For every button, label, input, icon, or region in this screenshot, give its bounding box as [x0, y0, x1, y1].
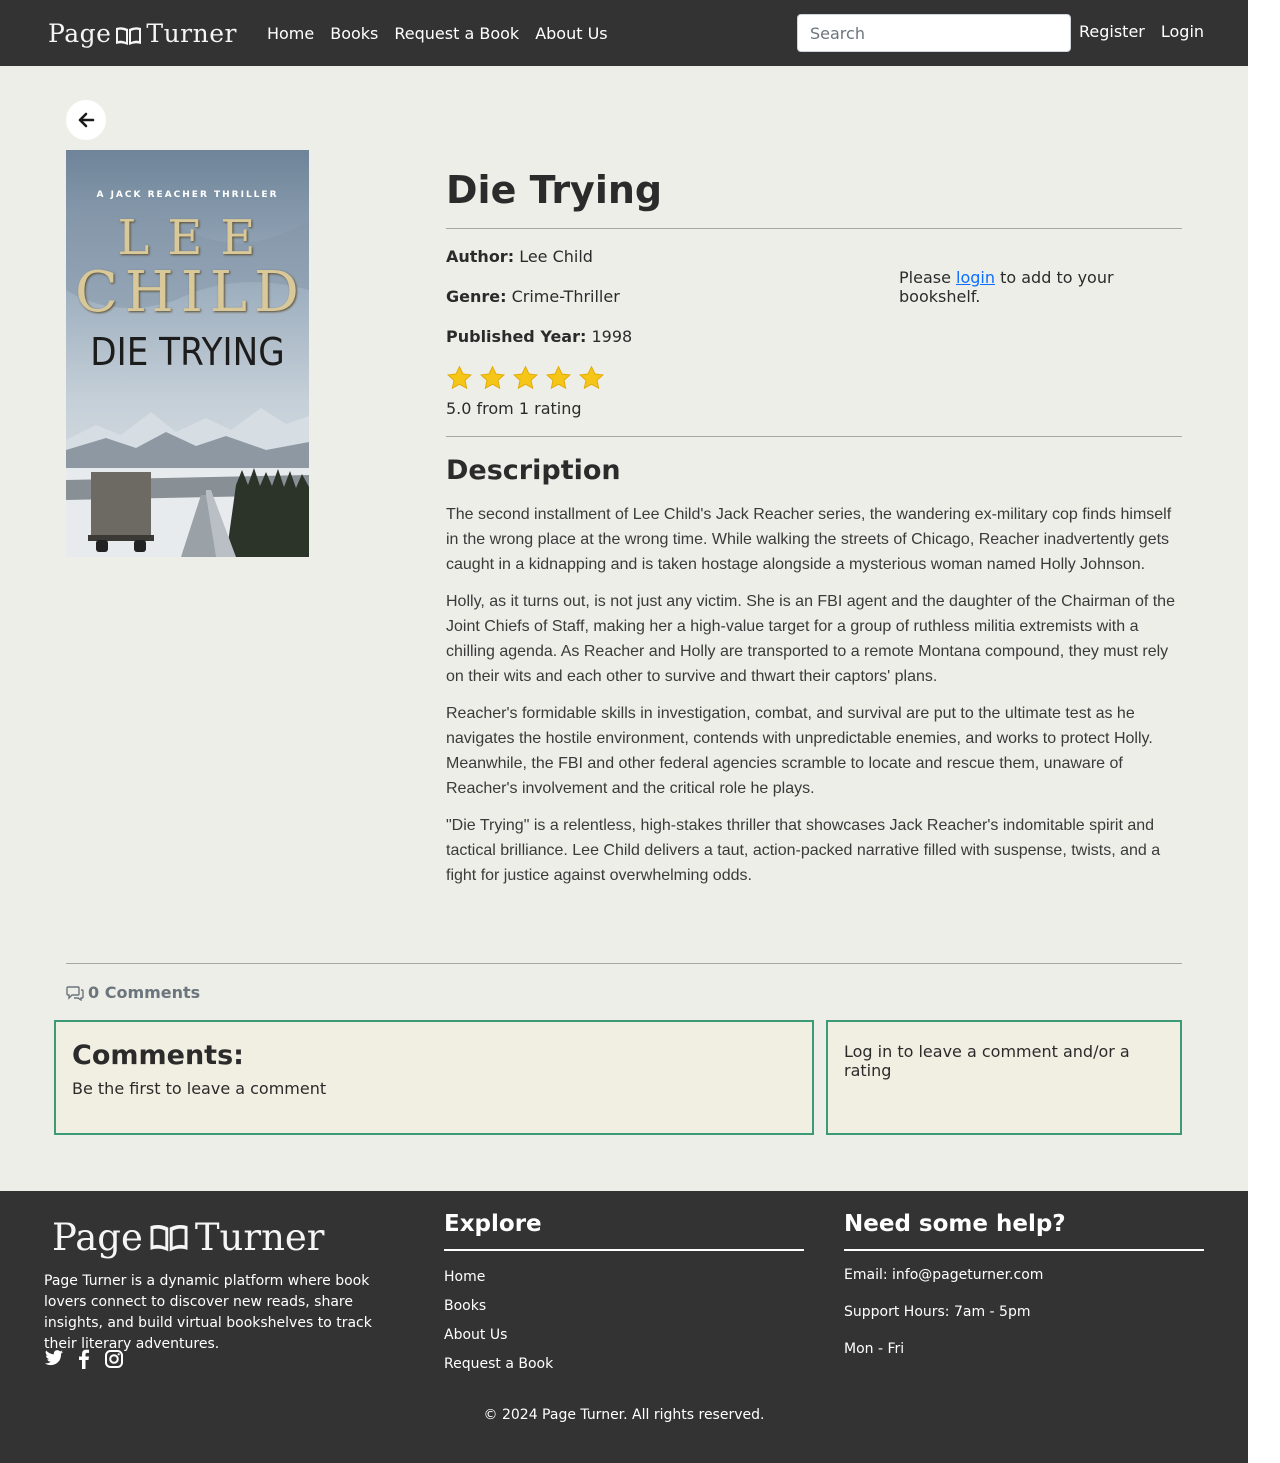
comments-empty-text: Be the first to leave a comment — [72, 1079, 327, 1098]
footer-link-home[interactable]: Home — [444, 1269, 804, 1285]
description-heading: Description — [446, 455, 621, 486]
bookshelf-login-note: Please login to add to your bookshelf. — [899, 268, 1182, 306]
footer-logo-text-right: Turner — [194, 1216, 325, 1259]
footer-link-request-book[interactable]: Request a Book — [444, 1356, 804, 1372]
comments-count: 0 Comments — [66, 983, 200, 1002]
star-icon — [578, 365, 605, 390]
book-info: Die Trying Author: Lee Child Genre: Crim… — [446, 150, 1182, 888]
star-icon — [512, 365, 539, 390]
footer-link-books[interactable]: Books — [444, 1298, 804, 1314]
social-links — [44, 1349, 124, 1369]
nav-about[interactable]: About Us — [535, 24, 607, 43]
author-value: Lee Child — [519, 247, 593, 266]
comments-icon — [66, 985, 84, 1001]
description-paragraph: Holly, as it turns out, is not just any … — [446, 593, 1175, 685]
nav-home[interactable]: Home — [267, 24, 314, 43]
bookshelf-login-link[interactable]: login — [956, 268, 995, 287]
rating-divider — [446, 436, 1182, 437]
book-cover: A JACK REACHER THRILLER LEE CHILD DIE TR… — [66, 150, 309, 557]
page-margin — [1248, 0, 1280, 1463]
back-button[interactable] — [66, 100, 106, 140]
facebook-icon[interactable] — [74, 1349, 94, 1369]
cover-title: DIE TRYING — [90, 330, 285, 374]
footer: Page Turner Page Turner is a dynamic pla… — [0, 1191, 1248, 1463]
comments-divider — [66, 963, 1182, 964]
rating-stars — [446, 365, 1182, 395]
arrow-left-icon — [78, 112, 95, 128]
footer-help: Need some help? Email: info@pageturner.c… — [844, 1211, 1204, 1378]
star-icon — [446, 365, 473, 390]
open-book-icon — [150, 1224, 188, 1251]
author-label: Author: — [446, 247, 515, 266]
star-icon — [479, 365, 506, 390]
open-book-icon — [115, 23, 142, 45]
footer-about: Page Turner is a dynamic platform where … — [44, 1273, 372, 1352]
description-paragraph: The second installment of Lee Child's Ja… — [446, 506, 1172, 573]
instagram-icon[interactable] — [104, 1349, 124, 1369]
help-heading: Need some help? — [844, 1211, 1204, 1251]
genre-value: Crime-Thriller — [511, 287, 620, 306]
logo-text-right: Turner — [146, 18, 237, 48]
copyright: © 2024 Page Turner. All rights reserved. — [483, 1407, 765, 1423]
comments-count-label: 0 Comments — [88, 983, 201, 1002]
rating-summary: 5.0 from 1 rating — [446, 399, 582, 418]
page: Page Turner Home Books Request a Book Ab… — [0, 0, 1248, 1463]
site-logo[interactable]: Page Turner — [48, 19, 237, 48]
description-paragraph: "Die Trying" is a relentless, high-stake… — [446, 817, 1161, 884]
help-email: Email: info@pageturner.com — [844, 1267, 1044, 1283]
footer-logo-text-left: Page — [52, 1216, 143, 1259]
navbar: Page Turner Home Books Request a Book Ab… — [0, 0, 1248, 66]
logo-text-left: Page — [48, 18, 112, 48]
auth-links: Register Login — [1079, 22, 1204, 41]
comments-panel: Comments: Be the first to leave a commen… — [54, 1020, 814, 1135]
year-label: Published Year: — [446, 327, 587, 346]
comments-heading: Comments: — [72, 1040, 244, 1071]
login-link[interactable]: Login — [1161, 22, 1204, 41]
help-hours: Support Hours: 7am - 5pm — [844, 1304, 1031, 1320]
search-input[interactable] — [797, 14, 1071, 52]
year-value: 1998 — [591, 327, 633, 346]
login-note-prefix: Please — [899, 268, 957, 287]
nav-books[interactable]: Books — [330, 24, 378, 43]
year-row: Published Year: 1998 — [446, 329, 1182, 361]
help-days: Mon - Fri — [844, 1341, 905, 1357]
footer-logo[interactable]: Page Turner — [52, 1216, 324, 1259]
cover-author-last: CHILD — [75, 260, 306, 325]
nav-links: Home Books Request a Book About Us — [267, 24, 608, 43]
nav-request-book[interactable]: Request a Book — [394, 24, 519, 43]
description-paragraph: Reacher's formidable skills in investiga… — [446, 705, 1153, 797]
genre-label: Genre: — [446, 287, 507, 306]
description: The second installment of Lee Child's Ja… — [446, 502, 1182, 888]
comment-login-prompt: Log in to leave a comment and/or a ratin… — [844, 1042, 1130, 1080]
star-icon — [545, 365, 572, 390]
twitter-icon[interactable] — [44, 1349, 64, 1367]
help-lines: Email: info@pageturner.com Support Hours… — [844, 1267, 1204, 1378]
book-title: Die Trying — [446, 168, 663, 212]
comment-login-panel: Log in to leave a comment and/or a ratin… — [826, 1020, 1182, 1135]
cover-author-first: LEE — [117, 210, 274, 266]
footer-link-about[interactable]: About Us — [444, 1327, 804, 1343]
explore-heading: Explore — [444, 1211, 804, 1251]
footer-explore: Explore Home Books About Us Request a Bo… — [444, 1211, 804, 1372]
cover-series: A JACK REACHER THRILLER — [96, 190, 279, 200]
register-link[interactable]: Register — [1079, 22, 1145, 41]
